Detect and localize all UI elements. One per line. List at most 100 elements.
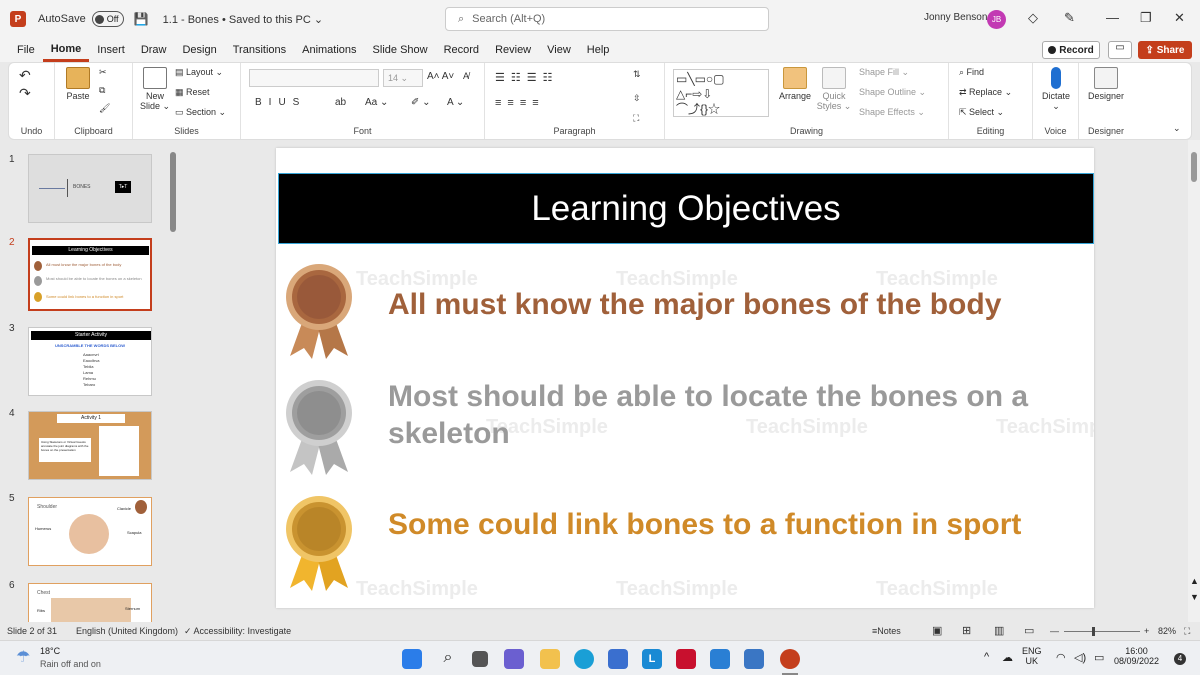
menu-insert[interactable]: Insert xyxy=(89,38,133,62)
weather-icon[interactable]: ☂ xyxy=(16,647,30,667)
slide-sorter-icon[interactable]: ⊞ xyxy=(962,624,971,637)
section-button[interactable]: ▭ Section ⌄ xyxy=(175,107,226,118)
menu-draw[interactable]: Draw xyxy=(133,38,175,62)
shape-fill[interactable]: Shape Fill ⌄ xyxy=(859,67,909,78)
slide-thumbnail-4[interactable]: Activity 1 Using Skeletons or Virtual Gu… xyxy=(28,411,152,480)
search-box[interactable]: ⌕ Search (Alt+Q) xyxy=(445,7,769,31)
layout-button[interactable]: ▤ Layout ⌄ xyxy=(175,67,223,78)
shape-outline[interactable]: Shape Outline ⌄ xyxy=(859,87,926,98)
paste-button[interactable]: Paste xyxy=(63,67,93,101)
mail-icon[interactable] xyxy=(744,649,764,669)
menu-home[interactable]: Home xyxy=(42,38,90,62)
zoom-slider-thumb[interactable] xyxy=(1092,627,1095,636)
dictate-button[interactable]: Dictate ⌄ xyxy=(1037,67,1075,112)
zoom-level[interactable]: 82% xyxy=(1158,626,1176,636)
task-view-icon[interactable] xyxy=(472,651,488,667)
slide-thumbnail-5[interactable]: Shoulder Clavicle Humerus Scapula xyxy=(28,497,152,566)
char-spacing-icon[interactable]: ab xyxy=(335,97,346,108)
scroll-up-icon[interactable]: ▲ xyxy=(1190,576,1199,586)
menu-file[interactable]: File xyxy=(9,38,43,62)
tray-chevron-icon[interactable]: ^ xyxy=(984,651,989,663)
teams-icon[interactable] xyxy=(504,649,524,669)
clear-format-icon[interactable]: A̸ xyxy=(463,71,469,81)
autosave-toggle[interactable]: Off xyxy=(91,11,124,27)
scroll-thumb[interactable] xyxy=(1191,152,1197,182)
diamond-icon[interactable]: ◇ xyxy=(1028,10,1038,26)
weather-temp[interactable]: 18°C xyxy=(40,646,60,656)
bullets-icon[interactable]: ☰☷☰☷ xyxy=(495,71,558,84)
store-icon[interactable] xyxy=(608,649,628,669)
start-icon[interactable] xyxy=(402,649,422,669)
shapes-gallery[interactable]: ▭╲▭○▢ △⌐⇨⇩ ⌒⤴{}☆ xyxy=(673,69,769,117)
cloud-icon[interactable]: ☁ xyxy=(1002,651,1013,664)
text-direction-icon[interactable]: ⇅ xyxy=(633,69,641,80)
avatar[interactable]: JB xyxy=(987,10,1006,29)
mcafee-icon[interactable] xyxy=(676,649,696,669)
format-painter-icon[interactable]: 🖌 xyxy=(99,103,110,114)
document-title[interactable]: 1.1 - Bones • Saved to this PC ⌄ xyxy=(163,13,323,26)
clock[interactable]: 16:00 08/09/2022 xyxy=(1114,646,1159,666)
taskbar-search-icon[interactable]: ⌕ xyxy=(438,649,458,669)
accessibility-status[interactable]: ✓ Accessibility: Investigate xyxy=(184,626,291,637)
language-status[interactable]: English (United Kingdom) xyxy=(76,626,178,636)
battery-icon[interactable]: ▭ xyxy=(1094,651,1104,664)
redo-icon[interactable]: ↷ xyxy=(19,85,31,102)
font-size-box[interactable]: 14 ⌄ xyxy=(383,69,423,87)
slideshow-icon[interactable]: ▭ xyxy=(1024,624,1034,637)
font-name-box[interactable] xyxy=(249,69,379,87)
shape-effects[interactable]: Shape Effects ⌄ xyxy=(859,107,925,118)
slide-thumbnail-1[interactable]: BONES T▸T xyxy=(28,154,152,223)
smartart-icon[interactable]: ⛶ xyxy=(633,113,639,124)
objective-most[interactable]: Most should be able to locate the bones … xyxy=(388,378,1048,452)
zoom-slider[interactable] xyxy=(1064,631,1140,632)
arrange-button[interactable]: Arrange xyxy=(777,67,813,101)
undo-icon[interactable]: ↶ xyxy=(19,67,31,84)
comments-button[interactable]: ▭ xyxy=(1108,41,1132,59)
wifi-icon[interactable]: ◠ xyxy=(1056,651,1066,664)
save-icon[interactable]: 💾 xyxy=(134,12,149,26)
menu-slide-show[interactable]: Slide Show xyxy=(365,38,436,62)
slide-thumbnail-2[interactable]: Learning Objectives All must know the ma… xyxy=(28,238,152,311)
font-style-icons[interactable]: BIUS xyxy=(255,97,306,108)
menu-view[interactable]: View xyxy=(539,38,579,62)
menu-transitions[interactable]: Transitions xyxy=(225,38,294,62)
slide-title-box[interactable]: Learning Objectives xyxy=(278,173,1094,244)
current-slide[interactable]: TeachSimple TeachSimple TeachSimple Teac… xyxy=(276,148,1094,608)
select-button[interactable]: ⇱ Select ⌄ xyxy=(959,107,1004,118)
normal-view-icon[interactable]: ▣ xyxy=(932,624,942,637)
pen-icon[interactable]: ✎ xyxy=(1064,10,1075,26)
highlight-icon[interactable]: ✐ ⌄ xyxy=(411,97,431,108)
powerpoint-taskbar-icon[interactable] xyxy=(780,649,800,669)
designer-button[interactable]: Designer xyxy=(1083,67,1129,101)
edge-icon[interactable] xyxy=(574,649,594,669)
record-button[interactable]: Record xyxy=(1042,41,1100,59)
app-icon[interactable] xyxy=(710,649,730,669)
thumbnail-scrollbar[interactable] xyxy=(170,152,176,232)
notes-button[interactable]: ≡Notes xyxy=(872,626,901,636)
user-name[interactable]: Jonny Benson xyxy=(924,12,987,23)
copy-icon[interactable]: ⧉ xyxy=(99,85,105,96)
align-text-icon[interactable]: ⇳ xyxy=(633,93,641,104)
replace-button[interactable]: ⇄ Replace ⌄ xyxy=(959,87,1012,98)
align-icons[interactable]: ≡≡≡≡ xyxy=(495,97,545,109)
reset-button[interactable]: ▦ Reset xyxy=(175,87,210,98)
menu-animations[interactable]: Animations xyxy=(294,38,364,62)
slide-thumbnail-3[interactable]: Starter Activity UNSCRAMBLE THE WORDS BE… xyxy=(28,327,152,396)
menu-help[interactable]: Help xyxy=(579,38,618,62)
zoom-in-icon[interactable]: + xyxy=(1144,626,1149,636)
close-icon[interactable]: ✕ xyxy=(1174,10,1185,26)
font-color-icon[interactable]: A ⌄ xyxy=(447,97,464,108)
quick-styles-button[interactable]: Quick Styles ⌄ xyxy=(815,67,853,112)
slide-thumbnail-6[interactable]: Chest Ribs Sternum xyxy=(28,583,152,622)
volume-icon[interactable]: ◁) xyxy=(1074,651,1086,664)
menu-record[interactable]: Record xyxy=(436,38,487,62)
scroll-down-icon[interactable]: ▼ xyxy=(1190,592,1199,602)
zoom-out-icon[interactable]: — xyxy=(1050,626,1059,636)
notification-badge[interactable]: 4 xyxy=(1174,653,1186,665)
objective-all[interactable]: All must know the major bones of the bod… xyxy=(388,286,1001,323)
slide-scrollbar[interactable]: ▲ ▼ xyxy=(1188,140,1200,622)
minimize-icon[interactable]: — xyxy=(1106,10,1119,25)
language-indicator[interactable]: ENG UK xyxy=(1022,646,1042,666)
find-button[interactable]: ⌕ Find xyxy=(959,67,984,78)
collapse-ribbon-icon[interactable]: ⌄ xyxy=(1173,123,1181,134)
